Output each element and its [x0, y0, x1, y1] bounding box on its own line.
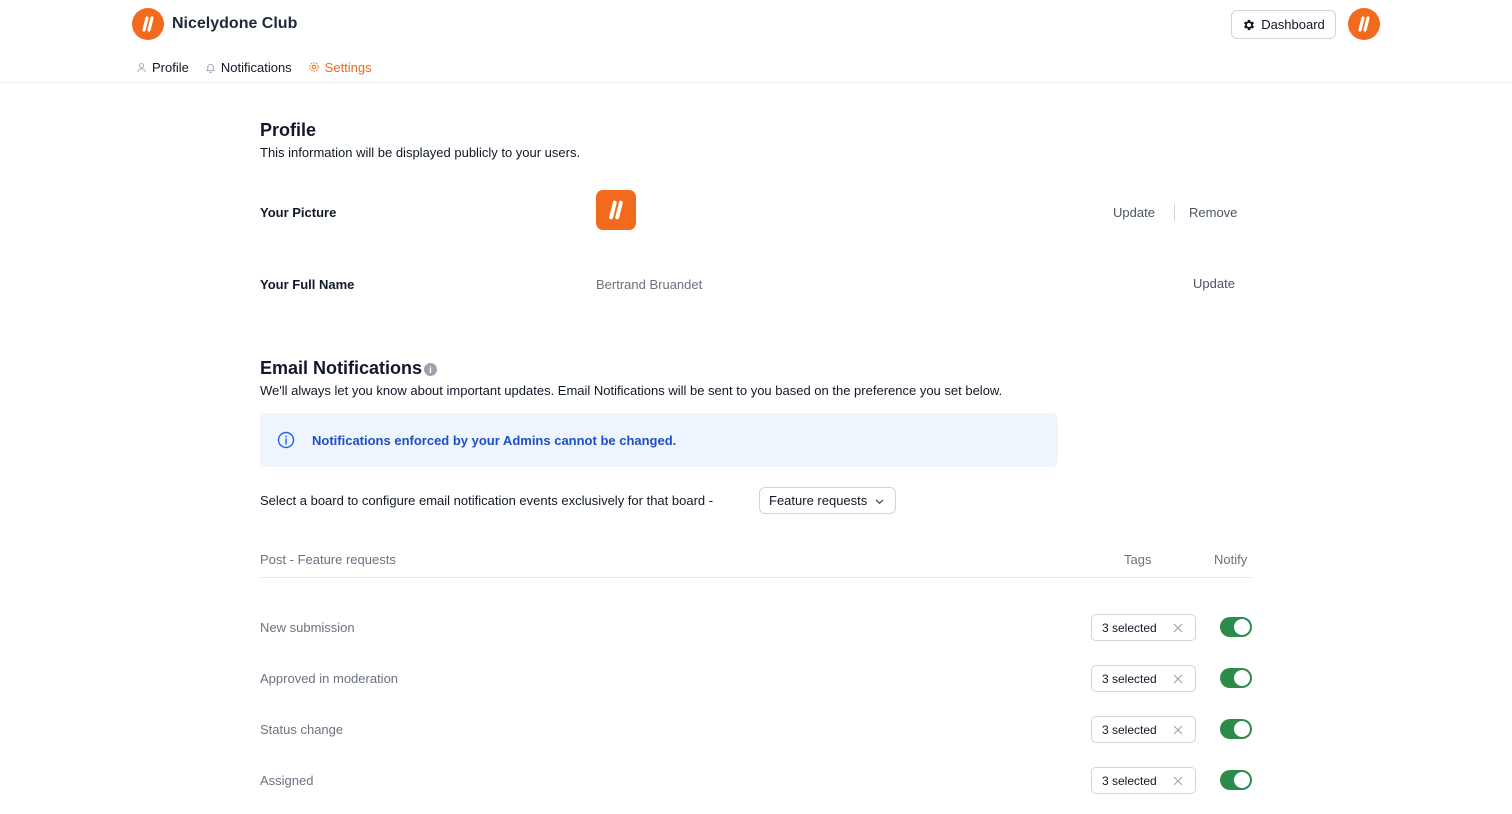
profile-picture: [596, 190, 636, 230]
picture-update-button[interactable]: Update: [1113, 205, 1155, 220]
notify-toggle[interactable]: [1220, 719, 1252, 739]
chevron-down-icon: [875, 499, 884, 504]
name-update-button[interactable]: Update: [1193, 276, 1235, 291]
clear-icon[interactable]: [1172, 622, 1184, 634]
board-select-label: Select a board to configure email notifi…: [260, 493, 714, 508]
tab-profile[interactable]: Profile: [136, 60, 189, 75]
clear-icon[interactable]: [1172, 775, 1184, 787]
avatar-logo-icon: [1358, 16, 1370, 32]
dashboard-label: Dashboard: [1261, 17, 1325, 32]
settings-tabs: Profile Notifications Settings: [136, 58, 388, 76]
email-notifications-title: Email Notifications: [260, 358, 423, 378]
toggle-knob: [1234, 670, 1250, 686]
board-select[interactable]: Feature requests: [759, 487, 896, 514]
tab-settings[interactable]: Settings: [308, 60, 372, 75]
alert-text: Notifications enforced by your Admins ca…: [312, 432, 677, 448]
tags-select[interactable]: 3 selected: [1091, 767, 1196, 794]
gear-icon: [308, 62, 319, 72]
bell-icon: [205, 63, 216, 73]
toggle-knob: [1234, 619, 1250, 635]
notify-toggle[interactable]: [1220, 770, 1252, 790]
tab-profile-label: Profile: [152, 59, 189, 75]
profile-title: Profile: [260, 120, 317, 140]
notifications-table-header: Post - Feature requests Tags Notify: [260, 552, 1252, 578]
profile-description: This information will be displayed publi…: [260, 145, 581, 160]
dashboard-button[interactable]: Dashboard: [1231, 10, 1336, 39]
event-label: Assigned: [260, 773, 314, 788]
tab-notifications[interactable]: Notifications: [205, 60, 292, 75]
gear-icon: [1244, 19, 1255, 30]
notify-toggle[interactable]: [1220, 668, 1252, 688]
event-label: Status change: [260, 722, 344, 737]
brand-name: Nicelydone Club: [172, 15, 298, 32]
info-circle-icon: [277, 431, 295, 449]
user-avatar[interactable]: [1348, 8, 1380, 40]
admin-enforced-alert: Notifications enforced by your Admins ca…: [260, 413, 1058, 467]
notify-toggle[interactable]: [1220, 617, 1252, 637]
table-row: New submission 3 selected: [260, 614, 1252, 642]
event-label: Approved in moderation: [260, 671, 399, 686]
full-name-value: Bertrand Bruandet: [596, 277, 703, 292]
tab-notifications-label: Notifications: [220, 59, 292, 75]
tags-count: 3 selected: [1102, 773, 1157, 788]
full-name-label: Your Full Name: [260, 277, 355, 292]
toggle-knob: [1234, 772, 1250, 788]
column-tags: Tags: [1124, 552, 1152, 567]
user-icon: [137, 62, 146, 72]
tags-count: 3 selected: [1102, 722, 1157, 737]
toggle-knob: [1234, 721, 1250, 737]
table-row: Assigned 3 selected: [260, 767, 1252, 795]
tags-count: 3 selected: [1102, 671, 1157, 686]
divider: [1174, 204, 1175, 221]
tab-settings-label: Settings: [324, 59, 372, 75]
email-notifications-description: We'll always let you know about importan…: [260, 383, 1003, 398]
brand-logo-icon: [132, 8, 164, 40]
board-select-value: Feature requests: [769, 493, 868, 508]
event-label: New submission: [260, 620, 355, 635]
picture-label: Your Picture: [260, 205, 337, 220]
clear-icon[interactable]: [1172, 724, 1184, 736]
clear-icon[interactable]: [1172, 673, 1184, 685]
top-header: Nicelydone Club Dashboard Profile Notifi…: [0, 0, 1512, 83]
table-row: Status change 3 selected: [260, 716, 1252, 744]
brand[interactable]: Nicelydone Club: [132, 8, 297, 40]
info-icon[interactable]: i: [424, 363, 437, 376]
picture-remove-button[interactable]: Remove: [1189, 205, 1237, 220]
column-post: Post - Feature requests: [260, 552, 396, 567]
tags-select[interactable]: 3 selected: [1091, 716, 1196, 743]
picture-logo-icon: [609, 200, 623, 220]
column-notify: Notify: [1214, 552, 1248, 567]
tags-select[interactable]: 3 selected: [1091, 665, 1196, 692]
table-row: Approved in moderation 3 selected: [260, 665, 1252, 693]
tags-count: 3 selected: [1102, 620, 1157, 635]
tags-select[interactable]: 3 selected: [1091, 614, 1196, 641]
